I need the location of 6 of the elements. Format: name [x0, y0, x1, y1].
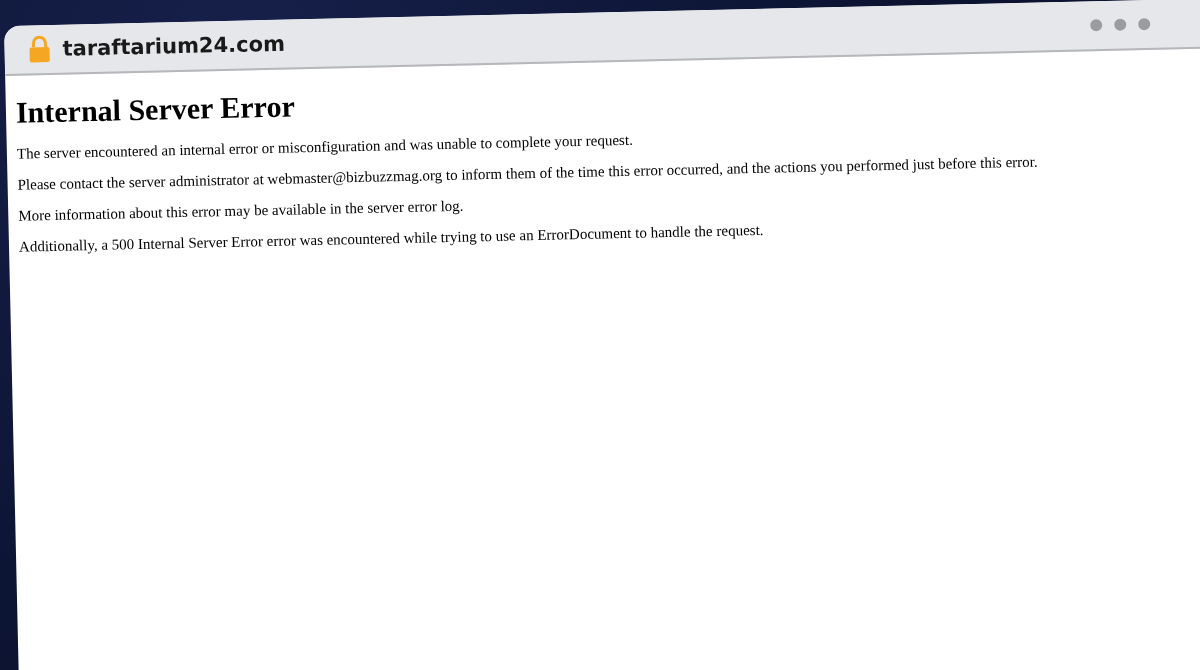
window-dot	[1090, 19, 1103, 32]
url-text: taraftarium24.com	[62, 31, 286, 61]
window-dot	[1138, 18, 1151, 31]
error-heading: Internal Server Error	[15, 88, 297, 130]
padlock-icon	[28, 34, 51, 64]
window-dot	[1114, 18, 1127, 31]
